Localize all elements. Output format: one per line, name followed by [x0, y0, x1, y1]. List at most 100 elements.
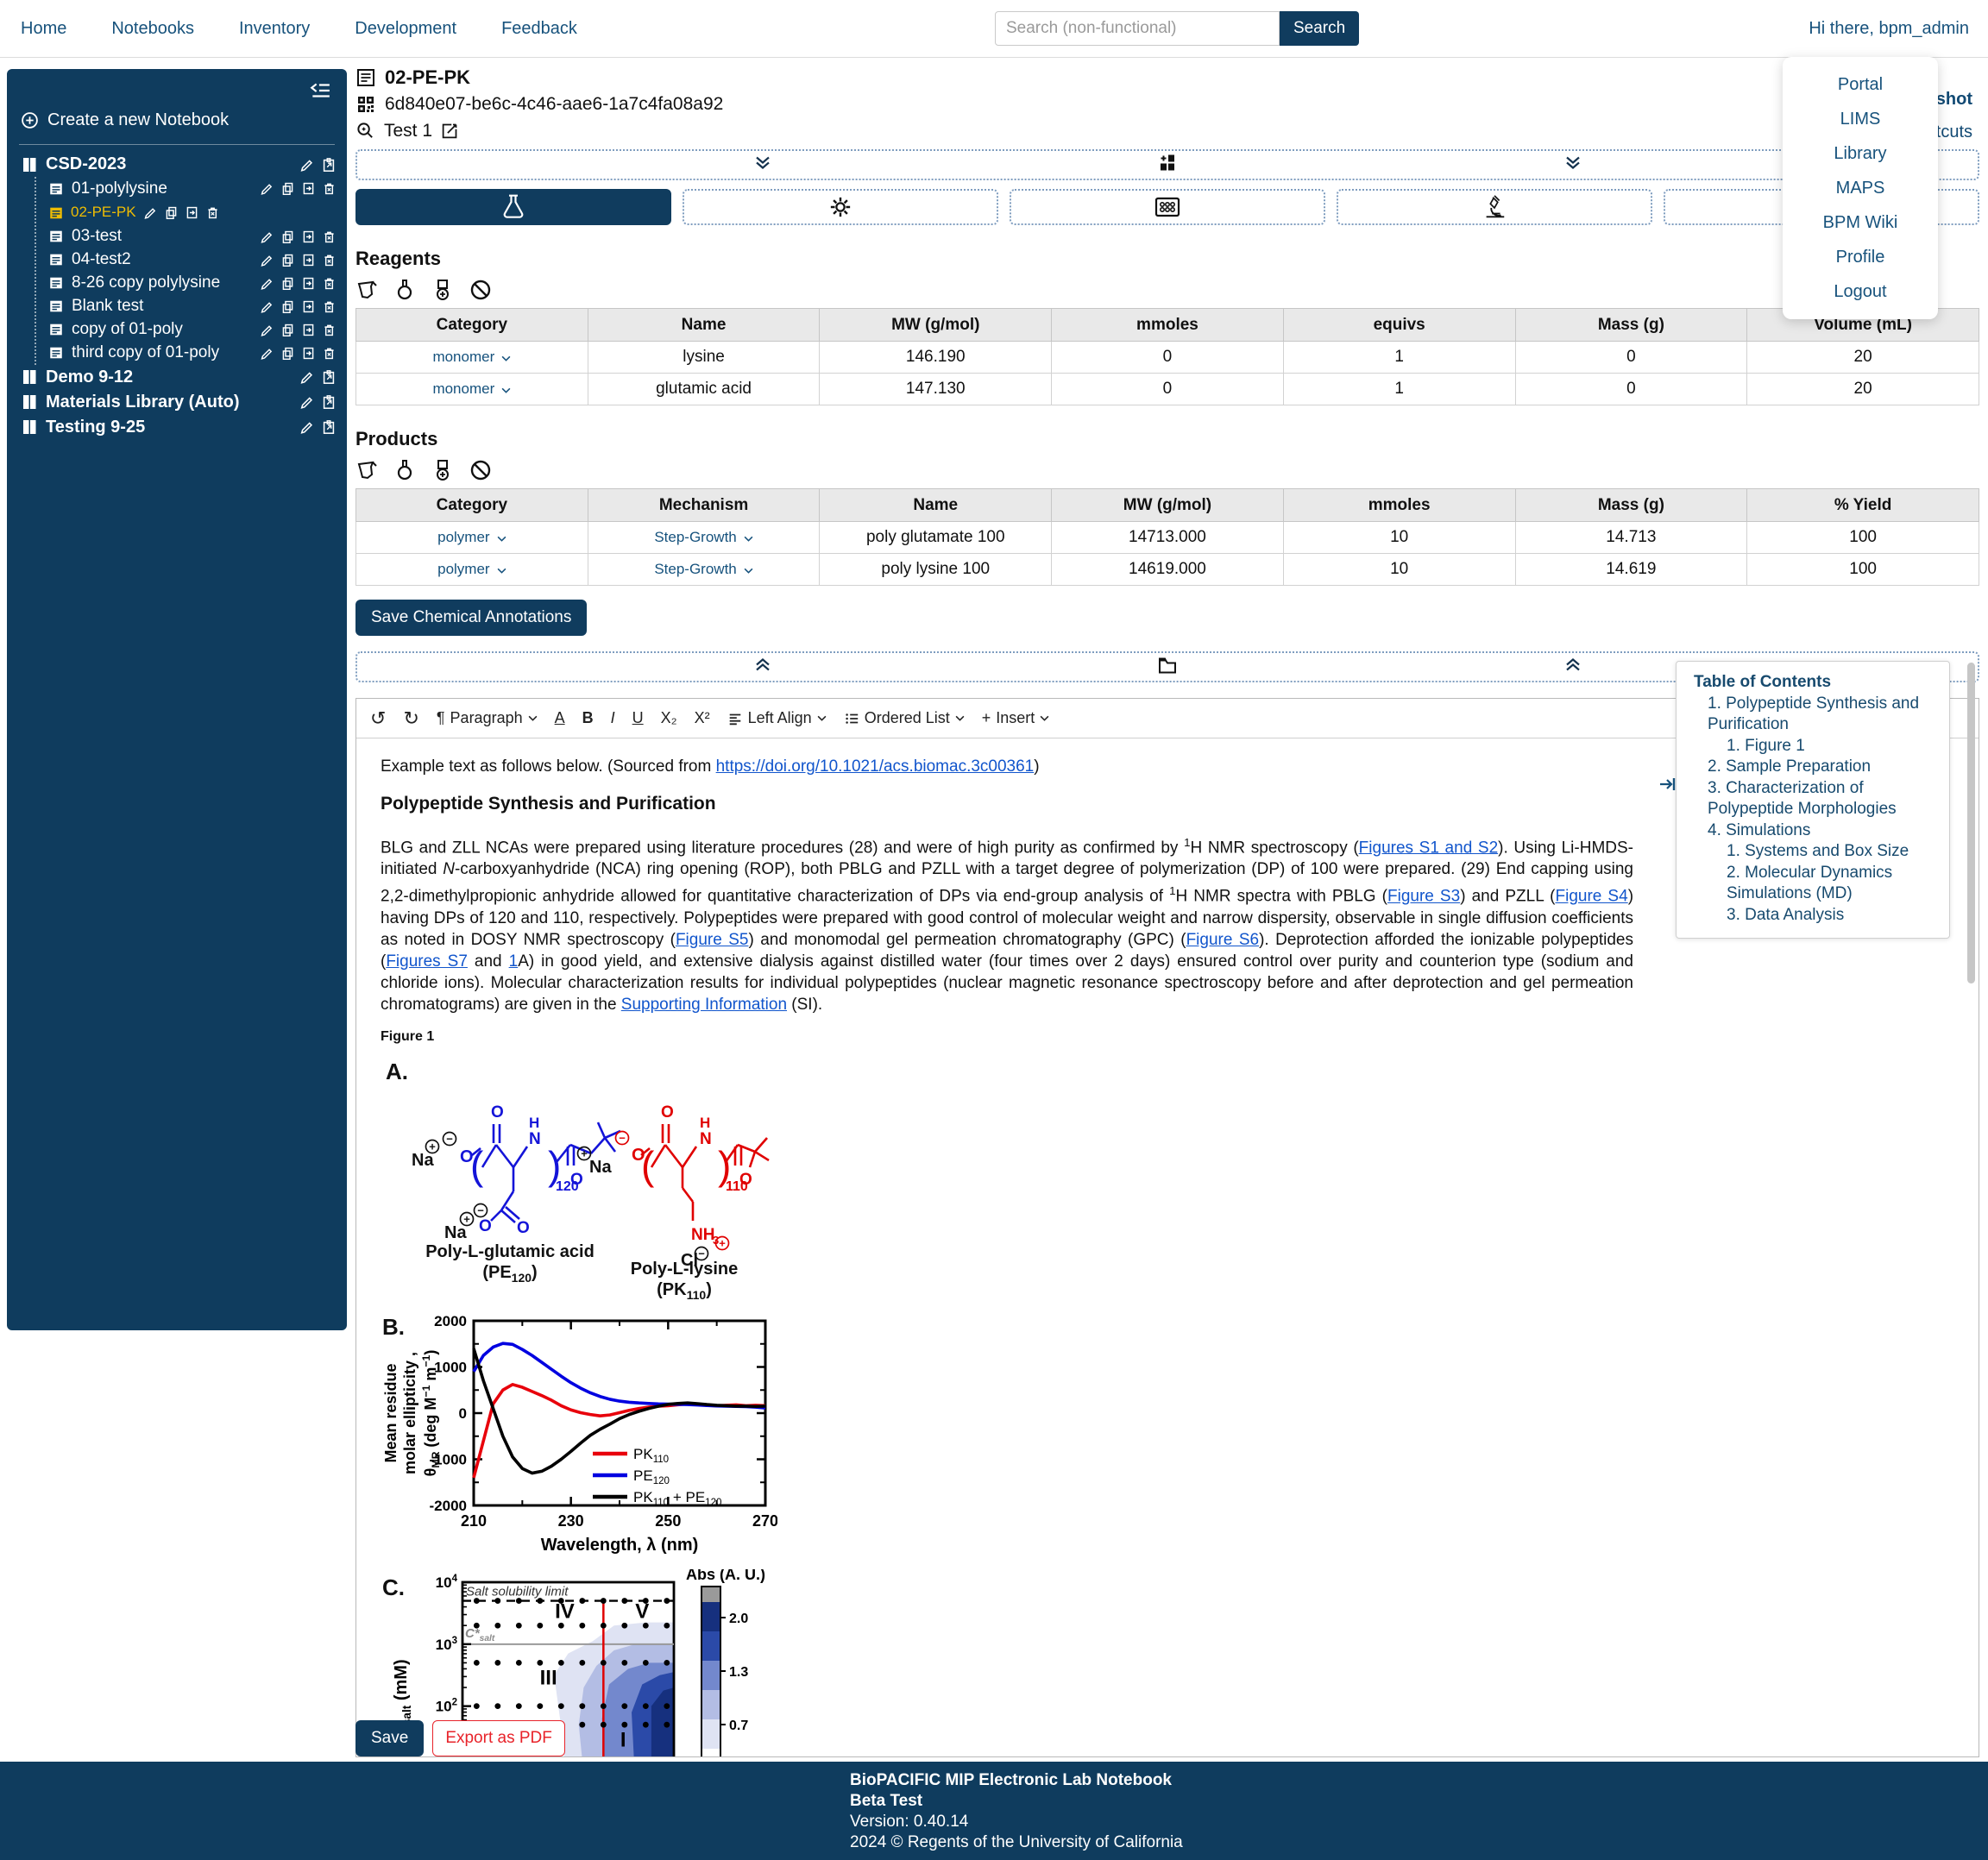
text-color-button[interactable]: A: [555, 709, 565, 727]
sidebar-entry-03-test[interactable]: 03-test: [36, 225, 347, 248]
category-select[interactable]: monomer: [432, 349, 511, 366]
mmoles-cell[interactable]: 0: [1052, 374, 1284, 405]
menu-item-logout[interactable]: Logout: [1783, 274, 1938, 309]
mmoles-cell[interactable]: 10: [1283, 554, 1515, 586]
export-icon[interactable]: [301, 346, 316, 361]
sidebar-entry-02-pe-pk[interactable]: 02-PE-PK: [36, 200, 230, 223]
clipboard-icon[interactable]: [321, 419, 337, 435]
export-icon[interactable]: [301, 253, 316, 267]
redo-button[interactable]: ↻: [403, 707, 418, 730]
sidebar-notebook-csd-2023[interactable]: CSD-2023: [7, 152, 347, 177]
export-icon[interactable]: [301, 323, 316, 337]
duplicate-icon[interactable]: [280, 299, 295, 314]
tab-reaction-settings[interactable]: [683, 189, 998, 225]
edit-pencil-icon[interactable]: [260, 253, 274, 267]
tab-instrument[interactable]: [1337, 189, 1652, 225]
name-cell[interactable]: glutamic acid: [588, 374, 820, 405]
nav-item-inventory[interactable]: Inventory: [239, 19, 310, 39]
delete-icon[interactable]: [322, 346, 337, 361]
yield-cell[interactable]: 100: [1747, 554, 1979, 586]
pour-icon[interactable]: [355, 279, 378, 301]
toc-item[interactable]: 2. Molecular Dynamics Simulations (MD): [1690, 863, 1935, 905]
inline-link[interactable]: 1: [509, 952, 519, 971]
inline-link[interactable]: Figure S4: [1556, 888, 1628, 906]
italic-button[interactable]: I: [611, 709, 615, 727]
duplicate-icon[interactable]: [280, 276, 295, 291]
duplicate-icon[interactable]: [280, 253, 295, 267]
sidebar-entry-8-26-copy[interactable]: 8-26 copy polylysine: [36, 272, 347, 295]
menu-item-lims[interactable]: LIMS: [1783, 102, 1938, 136]
collapse-sidebar-icon[interactable]: [309, 79, 331, 102]
edit-pencil-icon[interactable]: [260, 181, 274, 196]
inline-link[interactable]: Supporting Information: [621, 996, 787, 1014]
edit-test-icon[interactable]: [441, 122, 459, 140]
edit-pencil-icon[interactable]: [143, 204, 158, 220]
add-vial-icon[interactable]: [431, 279, 454, 301]
delete-icon[interactable]: [322, 229, 337, 244]
toc-item[interactable]: 1. Polypeptide Synthesis and Purificatio…: [1690, 694, 1935, 736]
preview-magnifier-icon[interactable]: [355, 121, 375, 141]
inline-link[interactable]: Figure S3: [1387, 888, 1460, 906]
yield-cell[interactable]: 100: [1747, 522, 1979, 554]
mmoles-cell[interactable]: 10: [1283, 522, 1515, 554]
round-flask-icon[interactable]: [393, 279, 416, 301]
duplicate-icon[interactable]: [164, 204, 179, 220]
mw-cell[interactable]: 147.130: [820, 374, 1052, 405]
clipboard-icon[interactable]: [321, 157, 337, 173]
ban-icon[interactable]: [469, 279, 492, 301]
bold-button[interactable]: B: [582, 709, 594, 727]
mechanism-select[interactable]: Step-Growth: [654, 561, 752, 578]
toc-item[interactable]: 4. Simulations: [1690, 820, 1935, 842]
menu-item-bpm-wiki[interactable]: BPM Wiki: [1783, 205, 1938, 240]
mass-cell[interactable]: 14.713: [1515, 522, 1747, 554]
export-pdf-button[interactable]: Export as PDF: [432, 1720, 565, 1756]
edit-pencil-icon[interactable]: [260, 346, 274, 361]
sidebar-entry-copy-01-poly[interactable]: copy of 01-poly: [36, 318, 347, 342]
sidebar-notebook-testing-9-25[interactable]: Testing 9-25: [7, 415, 347, 440]
mw-cell[interactable]: 14619.000: [1052, 554, 1284, 586]
ban-icon[interactable]: [469, 459, 492, 481]
nav-item-development[interactable]: Development: [355, 19, 456, 39]
mw-cell[interactable]: 146.190: [820, 342, 1052, 374]
tab-well-plate[interactable]: [1010, 189, 1325, 225]
category-select[interactable]: monomer: [432, 380, 511, 398]
qr-code-icon[interactable]: [355, 94, 376, 115]
toc-item[interactable]: 3. Characterization of Polypeptide Morph…: [1690, 778, 1935, 820]
inline-link[interactable]: Figure S6: [1186, 931, 1260, 949]
mass-cell[interactable]: 14.619: [1515, 554, 1747, 586]
nav-item-feedback[interactable]: Feedback: [501, 19, 577, 39]
collapse-double-chevron-icon[interactable]: [753, 656, 772, 679]
mw-cell[interactable]: 14713.000: [1052, 522, 1284, 554]
delete-icon[interactable]: [322, 181, 337, 196]
export-icon[interactable]: [301, 181, 316, 196]
volume-cell[interactable]: 20: [1747, 374, 1979, 405]
superscript-button[interactable]: X²: [695, 709, 710, 727]
toc-item[interactable]: 2. Sample Preparation: [1690, 757, 1935, 778]
menu-item-maps[interactable]: MAPS: [1783, 171, 1938, 205]
insert-dropdown[interactable]: +Insert: [982, 709, 1050, 727]
paragraph-style-dropdown[interactable]: ¶Paragraph: [437, 709, 538, 727]
create-notebook-button[interactable]: Create a new Notebook: [7, 104, 347, 137]
edit-pencil-icon[interactable]: [260, 229, 274, 244]
align-dropdown[interactable]: Left Align: [727, 709, 827, 727]
nav-item-home[interactable]: Home: [21, 19, 66, 39]
equivs-cell[interactable]: 1: [1283, 342, 1515, 374]
toc-jump-icon[interactable]: [1658, 775, 1677, 794]
export-icon[interactable]: [301, 229, 316, 244]
tab-chemistry[interactable]: [355, 189, 671, 225]
undo-button[interactable]: ↺: [370, 707, 386, 730]
equivs-cell[interactable]: 1: [1283, 374, 1515, 405]
search-input[interactable]: [995, 11, 1280, 46]
sidebar-entry-third-copy[interactable]: third copy of 01-poly: [36, 342, 347, 365]
export-icon[interactable]: [185, 204, 199, 220]
sidebar-entry-04-test2[interactable]: 04-test2: [36, 248, 347, 272]
sidebar-entry-01-polylysine[interactable]: 01-polylysine: [36, 177, 347, 200]
sidebar-notebook-demo-9-12[interactable]: Demo 9-12: [7, 365, 347, 390]
duplicate-icon[interactable]: [280, 323, 295, 337]
toc-item[interactable]: 1. Systems and Box Size: [1690, 841, 1935, 863]
category-select[interactable]: polymer: [437, 529, 506, 546]
collapsed-section-top[interactable]: [355, 149, 1979, 180]
dashboard-grid-plus-icon[interactable]: [1158, 154, 1177, 177]
mechanism-select[interactable]: Step-Growth: [654, 529, 752, 546]
editor-scrollbar[interactable]: [1967, 663, 1975, 983]
